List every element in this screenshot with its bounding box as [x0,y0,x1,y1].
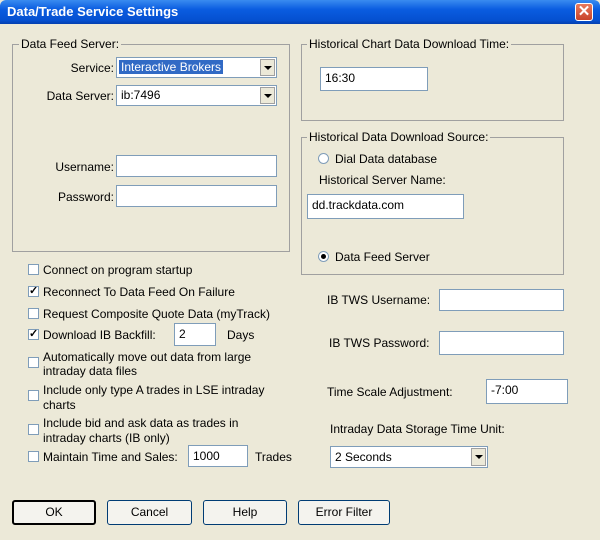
auto-move-checkbox[interactable] [28,357,39,368]
historical-time-field[interactable]: 16:30 [320,67,428,91]
time-scale-label: Time Scale Adjustment: [327,385,453,399]
historical-time-group-label: Historical Chart Data Download Time: [307,37,512,51]
tws-password-field[interactable] [439,331,564,355]
tws-username-label: IB TWS Username: [327,293,431,307]
password-label: Password: [57,190,114,204]
auto-move-label-line2[interactable]: intraday data files [43,364,137,378]
ok-button[interactable]: OK [12,500,96,525]
bid-ask-label-line2[interactable]: intraday charts (IB only) [43,431,170,445]
storage-dropdown-arrow-icon[interactable] [471,448,486,466]
service-select[interactable]: Interactive Brokers [116,57,277,78]
lse-label-line1[interactable]: Include only type A trades in LSE intrad… [43,383,264,397]
close-icon: ✕ [577,3,591,20]
historical-server-name-field[interactable]: dd.trackdata.com [307,194,464,219]
help-button[interactable]: Help [203,500,287,525]
data-server-select[interactable]: ib:7496 [116,85,277,106]
time-sales-checkbox[interactable] [28,451,39,462]
storage-time-unit-label: Intraday Data Storage Time Unit: [330,422,505,436]
data-server-label: Data Server: [46,89,114,103]
bid-ask-label-line1[interactable]: Include bid and ask data as trades in [43,416,238,430]
tws-password-label: IB TWS Password: [329,336,430,350]
time-sales-unit: Trades [255,450,292,464]
composite-quote-label[interactable]: Request Composite Quote Data (myTrack) [43,307,270,321]
tws-username-field[interactable] [439,289,564,311]
composite-quote-checkbox[interactable] [28,308,39,319]
historical-source-group-label: Historical Data Download Source: [307,130,491,144]
cancel-button[interactable]: Cancel [107,500,192,525]
auto-move-label-line1[interactable]: Automatically move out data from large [43,350,251,364]
username-label: Username: [55,160,114,174]
title-bar[interactable]: Data/Trade Service Settings ✕ [0,0,600,24]
dial-data-label[interactable]: Dial Data database [335,152,437,166]
ib-backfill-checkbox[interactable] [28,327,39,340]
lse-label-line2[interactable]: charts [43,398,76,412]
connect-startup-checkbox[interactable] [28,264,39,275]
data-feed-server-radio[interactable] [318,251,329,262]
username-field[interactable] [116,155,277,177]
reconnect-checkbox[interactable] [28,284,39,297]
service-dropdown-arrow-icon[interactable] [260,59,275,76]
time-scale-field[interactable]: -7:00 [486,379,568,404]
connect-startup-label[interactable]: Connect on program startup [43,263,192,277]
service-label: Service: [70,61,114,75]
error-filter-button[interactable]: Error Filter [298,500,390,525]
bid-ask-checkbox[interactable] [28,424,39,435]
historical-server-name-label: Historical Server Name: [319,173,446,187]
storage-time-unit-value: 2 Seconds [335,450,392,464]
data-server-dropdown-arrow-icon[interactable] [260,87,275,104]
reconnect-label[interactable]: Reconnect To Data Feed On Failure [43,285,235,299]
dial-data-radio[interactable] [318,153,329,164]
time-sales-count-field[interactable]: 1000 [188,445,248,467]
backfill-days-unit: Days [227,328,255,342]
data-feed-server-group-label: Data Feed Server: [19,37,122,51]
service-selected-value: Interactive Brokers [119,60,224,74]
lse-checkbox[interactable] [28,390,39,401]
storage-time-unit-select[interactable]: 2 Seconds [330,446,488,468]
close-button[interactable]: ✕ [575,3,593,21]
data-server-selected-value: ib:7496 [121,88,161,102]
backfill-days-field[interactable]: 2 [174,323,216,346]
data-feed-server-radio-label[interactable]: Data Feed Server [335,250,430,264]
settings-dialog: Data/Trade Service Settings ✕ Data Feed … [0,0,600,540]
password-field[interactable] [116,185,277,207]
ib-backfill-label[interactable]: Download IB Backfill: [43,328,156,342]
time-sales-label[interactable]: Maintain Time and Sales: [43,450,178,464]
window-title: Data/Trade Service Settings [7,4,179,19]
